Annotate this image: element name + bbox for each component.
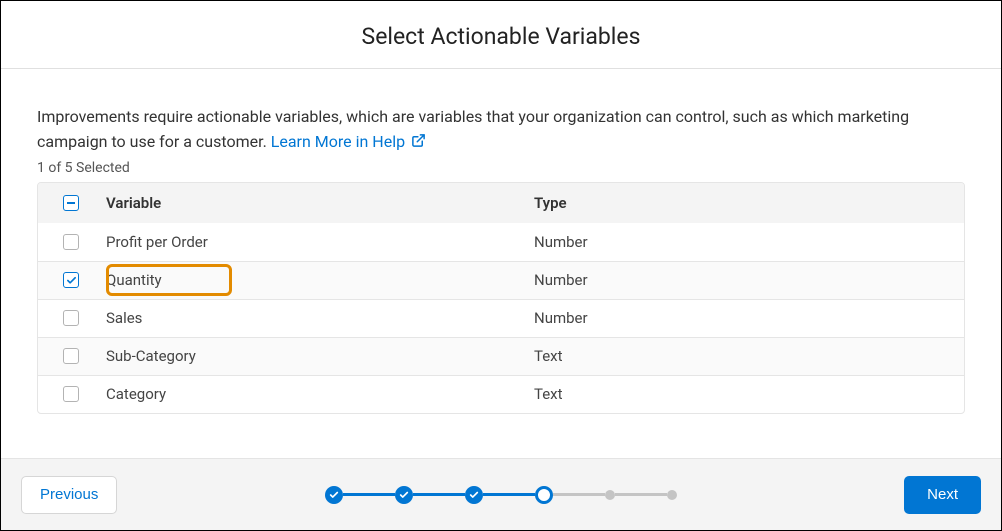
step-done: [465, 486, 483, 504]
step-done: [325, 486, 343, 504]
row-checkbox[interactable]: [63, 310, 79, 326]
row-type: Number: [534, 233, 964, 251]
row-variable: Profit per Order: [104, 233, 534, 251]
table-row[interactable]: Sub-CategoryText: [38, 337, 964, 375]
table-row[interactable]: CategoryText: [38, 375, 964, 413]
step-future: [605, 490, 615, 500]
table-row[interactable]: QuantityNumber: [38, 261, 964, 299]
step-done: [395, 486, 413, 504]
row-checkbox[interactable]: [63, 234, 79, 250]
next-button[interactable]: Next: [904, 476, 981, 514]
col-header-variable[interactable]: Variable: [104, 194, 534, 212]
row-variable: Quantity: [104, 271, 534, 289]
dialog-footer: Previous Next: [1, 458, 1001, 530]
learn-more-label: Learn More in Help: [271, 132, 405, 151]
step-segment: [553, 493, 605, 496]
step-future: [667, 490, 677, 500]
row-type: Number: [534, 309, 964, 327]
row-variable: Sales: [104, 309, 534, 327]
step-segment: [615, 493, 667, 496]
row-variable: Category: [104, 385, 534, 403]
variables-table: Variable Type Profit per OrderNumberQuan…: [37, 182, 965, 414]
step-segment: [413, 493, 465, 496]
description-copy: Improvements require actionable variable…: [37, 107, 909, 151]
step-current: [535, 486, 553, 504]
step-segment: [343, 493, 395, 496]
dialog-body: Improvements require actionable variable…: [1, 69, 1001, 458]
row-type: Text: [534, 347, 964, 365]
col-header-type[interactable]: Type: [534, 194, 964, 212]
progress-stepper: [325, 486, 677, 504]
row-variable: Sub-Category: [104, 347, 534, 365]
table-row[interactable]: SalesNumber: [38, 299, 964, 337]
page-title: Select Actionable Variables: [1, 23, 1001, 50]
description-text: Improvements require actionable variable…: [37, 105, 965, 156]
row-type: Text: [534, 385, 964, 403]
dialog-header: Select Actionable Variables: [1, 1, 1001, 69]
previous-button[interactable]: Previous: [21, 476, 117, 514]
step-segment: [483, 493, 535, 496]
external-link-icon: [411, 131, 426, 156]
table-row[interactable]: Profit per OrderNumber: [38, 223, 964, 261]
row-checkbox[interactable]: [63, 272, 79, 288]
row-checkbox[interactable]: [63, 386, 79, 402]
learn-more-link[interactable]: Learn More in Help: [271, 132, 426, 151]
table-header-row: Variable Type: [38, 183, 964, 223]
row-checkbox[interactable]: [63, 348, 79, 364]
select-all-checkbox[interactable]: [63, 195, 79, 211]
selection-count: 1 of 5 Selected: [37, 160, 965, 176]
row-type: Number: [534, 271, 964, 289]
